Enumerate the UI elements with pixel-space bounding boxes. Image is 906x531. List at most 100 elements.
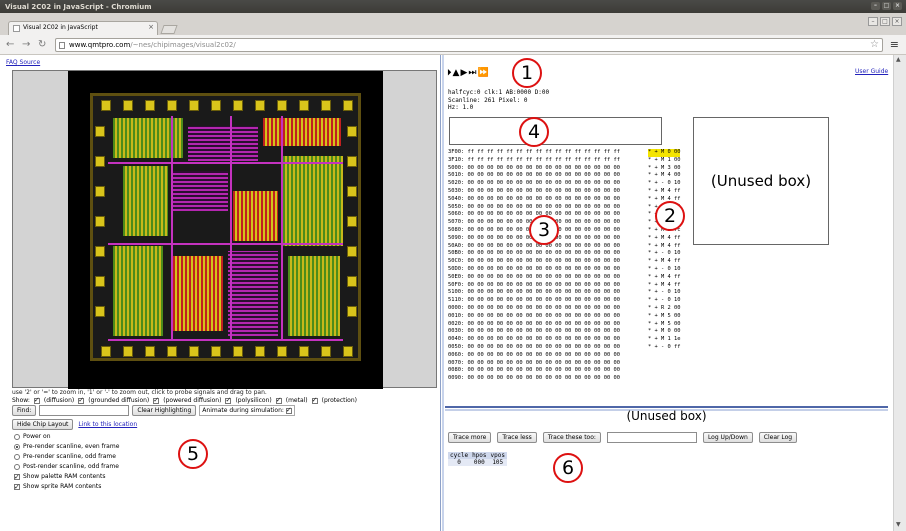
reset-button[interactable]: ⏵	[447, 68, 452, 78]
checkbox[interactable]	[14, 482, 20, 492]
memory-row: 0060: 00 00 00 00 00 00 00 00 00 00 00 0…	[448, 351, 621, 358]
table-cell: 0	[448, 459, 471, 466]
step-forward-button[interactable]: ⏭	[468, 68, 476, 78]
scroll-up-icon[interactable]: ▲	[896, 56, 901, 63]
status-line: Scanline: 261 Pixel: 0	[448, 96, 528, 104]
trace-more-button[interactable]: Trace more	[448, 432, 492, 443]
faq-link[interactable]: FAQ	[6, 59, 18, 66]
option-power-on[interactable]: Power on	[14, 432, 119, 442]
radio[interactable]	[14, 454, 20, 460]
annotation-4: 4	[519, 117, 549, 147]
memory-row: 0030: 00 00 00 00 00 00 00 00 00 00 00 0…	[448, 328, 621, 335]
trace-these-button[interactable]: Trace these too:	[542, 432, 601, 443]
animate-option: Animate during simulation:	[199, 405, 295, 416]
option-show-sprite[interactable]: Show sprite RAM contents	[14, 482, 119, 492]
close-icon[interactable]: ×	[893, 2, 902, 10]
play-button[interactable]: ▶	[460, 68, 467, 78]
sprite-row: * + M 1 00	[648, 156, 681, 163]
chip-pane: FAQ Source use '2' or '=' to zoom in, '1…	[0, 55, 440, 531]
minimize-icon[interactable]: –	[871, 2, 880, 10]
tab-close-icon[interactable]: ×	[148, 23, 154, 31]
layer-checkbox-powered-diffusion[interactable]	[153, 396, 160, 404]
back-icon[interactable]: ←	[6, 39, 14, 50]
forward-icon[interactable]: →	[22, 39, 30, 50]
memory-row: 5100: 00 00 00 00 00 00 00 00 00 00 00 0…	[448, 289, 621, 296]
memory-table: 3F00: ff ff ff ff ff ff ff ff ff ff ff f…	[448, 149, 620, 383]
chip-canvas[interactable]	[12, 70, 437, 389]
restore-button[interactable]: □	[880, 17, 890, 26]
trace-input[interactable]	[606, 432, 697, 443]
memory-row: 50F0: 00 00 00 00 00 00 00 00 00 00 00 0…	[448, 281, 621, 288]
window-controls: – □ ×	[871, 2, 902, 10]
layer-checkbox-metal[interactable]	[275, 396, 282, 404]
find-button[interactable]: Find:	[12, 405, 37, 416]
sprite-row: * + - 0 ff	[648, 343, 681, 350]
checkbox[interactable]	[14, 472, 20, 482]
sprite-row: * + - 0 10	[648, 265, 681, 272]
source-link[interactable]: Source	[20, 59, 41, 66]
layer-checkbox-diffusion[interactable]	[33, 396, 40, 404]
sprite-row: * + M 0 00	[648, 149, 681, 157]
memory-row: 50B0: 00 00 00 00 00 00 00 00 00 00 00 0…	[448, 250, 621, 257]
sprite-row: * + M 5 00	[648, 312, 681, 319]
close-button[interactable]: ×	[892, 17, 902, 26]
scroll-down-icon[interactable]: ▼	[896, 521, 901, 528]
layer-checkbox-polysilicon[interactable]	[225, 396, 232, 404]
option-prerender-odd[interactable]: Pre-render scanline, odd frame	[14, 452, 119, 462]
memory-row: 5000: 00 00 00 00 00 00 00 00 00 00 00 0…	[448, 164, 621, 171]
layer-checkbox-protection[interactable]	[311, 396, 318, 404]
status-line: Hz: 1.0	[448, 104, 474, 112]
layer-checkbox-grounded-diffusion[interactable]	[78, 396, 85, 404]
memory-row: 5040: 00 00 00 00 00 00 00 00 00 00 00 0…	[448, 195, 621, 202]
trace-less-button[interactable]: Trace less	[497, 432, 537, 443]
minimize-button[interactable]: –	[868, 17, 878, 26]
find-input[interactable]	[39, 405, 130, 416]
annotation-2: 2	[655, 201, 685, 231]
reload-icon[interactable]: ↻	[38, 39, 46, 50]
animate-label: Animate during simulation:	[202, 407, 284, 414]
hide-row: Hide Chip Layout Link to this location	[12, 419, 137, 430]
clear-log-button[interactable]: Clear Log	[758, 432, 798, 443]
option-postrender-odd[interactable]: Post-render scanline, odd frame	[14, 462, 119, 472]
menu-icon[interactable]: ≡	[890, 38, 899, 51]
memory-row: 0040: 00 00 00 00 00 00 00 00 00 00 00 0…	[448, 336, 621, 343]
memory-row: 50A0: 00 00 00 00 00 00 00 00 00 00 00 0…	[448, 242, 621, 249]
new-tab-button[interactable]	[160, 25, 178, 34]
radio[interactable]	[14, 434, 20, 440]
memory-row: 5010: 00 00 00 00 00 00 00 00 00 00 00 0…	[448, 172, 621, 179]
show-label: Show:	[12, 397, 30, 404]
page-content: FAQ Source use '2' or '=' to zoom in, '1…	[0, 55, 906, 531]
maximize-icon[interactable]: □	[882, 2, 891, 10]
sprite-row: * + M 4 ff	[648, 242, 681, 249]
browser-tab[interactable]: Visual 2C02 in JavaScript ×	[8, 21, 158, 35]
page-scrollbar[interactable]: ▲ ▼	[893, 55, 906, 531]
sprite-row: * + M 4 ff	[648, 234, 681, 241]
step-back-button[interactable]: ▲	[453, 68, 460, 78]
link-to-location[interactable]: Link to this location	[78, 421, 137, 428]
memory-row: 5110: 00 00 00 00 00 00 00 00 00 00 00 0…	[448, 297, 621, 304]
column-header: vpos	[488, 452, 507, 459]
user-guide-link[interactable]: User Guide	[855, 68, 888, 75]
memory-row: 0090: 00 00 00 00 00 00 00 00 00 00 00 0…	[448, 375, 621, 382]
page-info-icon[interactable]	[59, 42, 65, 49]
radio[interactable]	[14, 444, 20, 450]
annotation-1: 1	[512, 58, 542, 88]
layer-toggles: Show: (diffusion) (grounded diffusion) (…	[12, 396, 357, 405]
radio[interactable]	[14, 464, 20, 470]
hide-chip-layout-button[interactable]: Hide Chip Layout	[12, 419, 74, 430]
log-up-down-button[interactable]: Log Up/Down	[702, 432, 753, 443]
memory-row: 0050: 00 00 00 00 00 00 00 00 00 00 00 0…	[448, 343, 621, 350]
column-header: hpos	[470, 452, 489, 459]
address-bar[interactable]: www.qmtpro.com/~nes/chipimages/visual2c0…	[55, 38, 883, 52]
sim-controls: ⏵ ▲ ▶ ⏭ ⏩	[447, 68, 489, 78]
fast-forward-button[interactable]: ⏩	[477, 68, 488, 78]
sprite-row: * + - 0 10	[648, 250, 681, 257]
option-show-palette[interactable]: Show palette RAM contents	[14, 472, 119, 482]
bookmark-star-icon[interactable]: ☆	[870, 39, 879, 50]
sprite-row: * + M 0 00	[648, 328, 681, 335]
option-prerender-even[interactable]: Pre-render scanline, even frame	[14, 442, 119, 452]
memory-row: 0010: 00 00 00 00 00 00 00 00 00 00 00 0…	[448, 312, 621, 319]
memory-row: 50C0: 00 00 00 00 00 00 00 00 00 00 00 0…	[448, 258, 621, 265]
animate-checkbox[interactable]	[285, 406, 292, 414]
clear-highlighting-button[interactable]: Clear Highlighting	[132, 405, 197, 416]
